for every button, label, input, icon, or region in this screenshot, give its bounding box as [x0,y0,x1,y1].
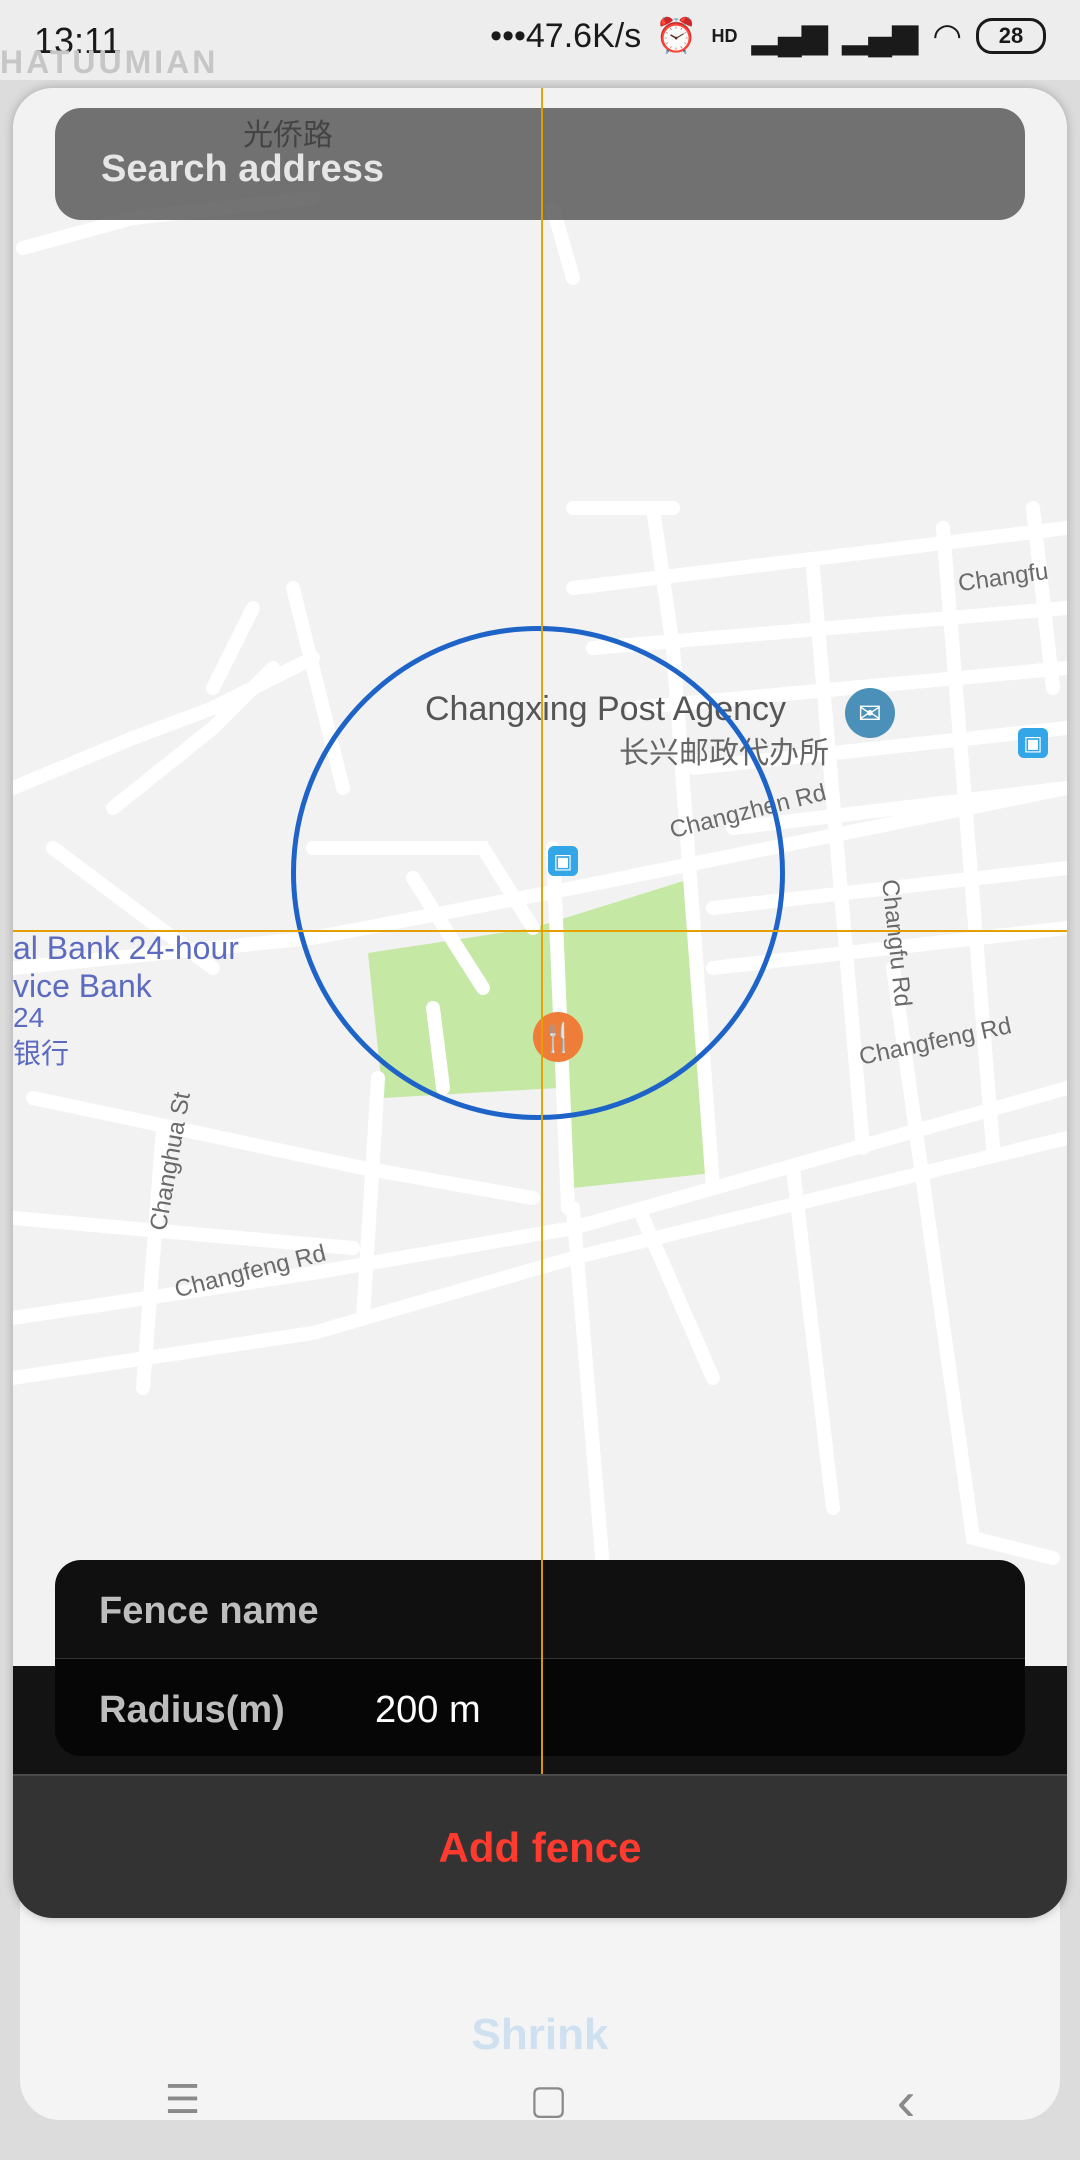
fence-radius-circle [291,626,785,1120]
radius-row[interactable]: Radius(m) 200 m [55,1658,1025,1756]
home-icon[interactable]: ▢ [530,2077,568,2123]
search-input[interactable] [99,120,623,218]
add-fence-button[interactable]: Add fence [13,1774,1067,1918]
signal-icon-2: ▂▄▆ [841,17,919,55]
bank-label-2: vice Bank [13,968,152,1004]
navigation-bar: ☰ ▢ ‹ [0,2040,1080,2160]
back-icon[interactable]: ‹ [897,2068,916,2133]
fence-name-input[interactable] [375,1582,979,1638]
bank-label-1: al Bank 24-hour [13,930,239,966]
alarm-icon: ⏰ [655,17,698,55]
bank-label-3: 24 [13,1002,45,1033]
fence-name-label: Fence name [99,1590,319,1632]
radius-value[interactable]: 200 m [375,1689,481,1732]
fence-name-row[interactable]: Fence name [55,1560,1025,1658]
status-icons: •••47.6K/s ⏰ HD ▂▄▆ ▂▄▆ ◠ 28 [490,16,1046,56]
wifi-icon: ◠ [932,17,962,55]
crosshair-horizontal [13,930,1067,932]
radius-label: Radius(m) [99,1689,285,1731]
fence-form: Fence name Radius(m) 200 m [55,1560,1025,1756]
bus-stop-icon-2[interactable]: ▣ [1018,728,1048,758]
search-bar[interactable] [55,108,1025,220]
signal-icon: ▂▄▆ [751,17,828,55]
menu-icon[interactable]: ☰ [165,2077,201,2123]
hd-indicator: HD [711,25,738,46]
battery-icon: 28 [976,18,1046,54]
road-label-guangqiao: 光侨路 [243,119,333,152]
mail-icon[interactable]: ✉ [845,688,895,738]
network-speed: •••47.6K/s [490,16,642,55]
bank-label-4: 银行 [13,1038,70,1069]
background-map-label: HATUUMIAN [0,44,219,80]
add-fence-dialog: 光侨路 Changxing Post Agency 长兴邮政代办所 ✉ ▣ ▣ … [13,88,1067,1918]
